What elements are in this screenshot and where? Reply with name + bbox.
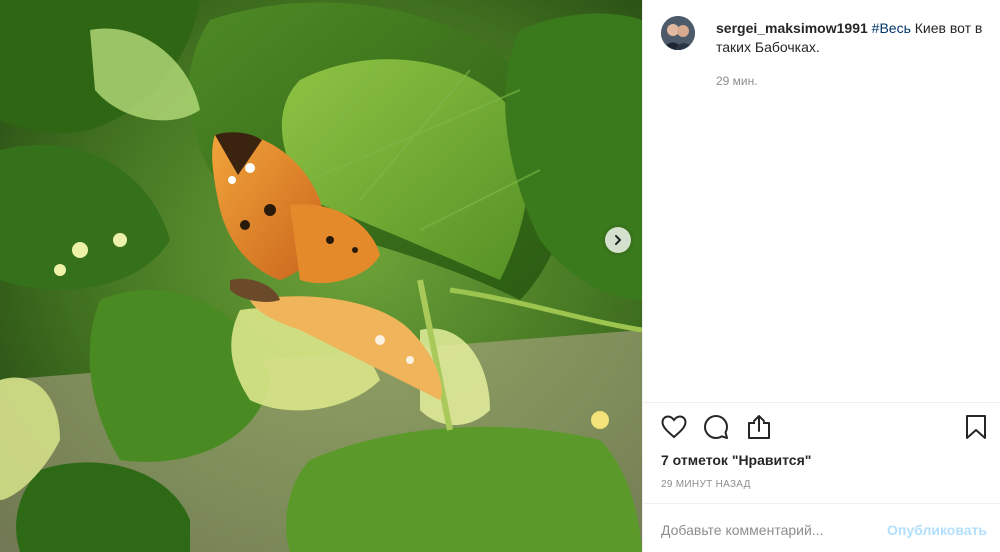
bookmark-icon <box>966 415 986 439</box>
username-link[interactable]: sergei_maksimow1991 <box>716 20 868 36</box>
save-button[interactable] <box>961 412 991 442</box>
comment-button[interactable] <box>701 412 731 442</box>
caption-text: sergei_maksimow1991 #Весь Киев вот в так… <box>716 19 991 57</box>
chevron-right-icon <box>615 235 621 245</box>
avatar-image <box>661 16 695 50</box>
butterfly-photo <box>0 0 642 552</box>
publish-button[interactable]: Опубликовать <box>887 522 987 538</box>
share-icon <box>748 415 770 439</box>
comment-form: Опубликовать <box>643 504 1000 552</box>
divider <box>643 402 1000 403</box>
comment-icon <box>704 415 728 439</box>
action-bar <box>659 412 989 442</box>
post-photo[interactable] <box>0 0 642 552</box>
like-button[interactable] <box>659 412 689 442</box>
post-side-panel: sergei_maksimow1991 #Весь Киев вот в так… <box>642 0 1000 552</box>
hashtag-link[interactable]: #Весь <box>872 20 911 36</box>
next-photo-button[interactable] <box>605 227 631 253</box>
caption-timestamp: 29 мин. <box>716 74 758 88</box>
avatar[interactable] <box>661 16 695 50</box>
share-button[interactable] <box>744 412 774 442</box>
post-timestamp: 29 минут назад <box>661 479 751 490</box>
likes-count[interactable]: 7 отметок "Нравится" <box>661 452 811 468</box>
heart-icon <box>661 415 687 439</box>
comment-input[interactable] <box>661 520 871 540</box>
